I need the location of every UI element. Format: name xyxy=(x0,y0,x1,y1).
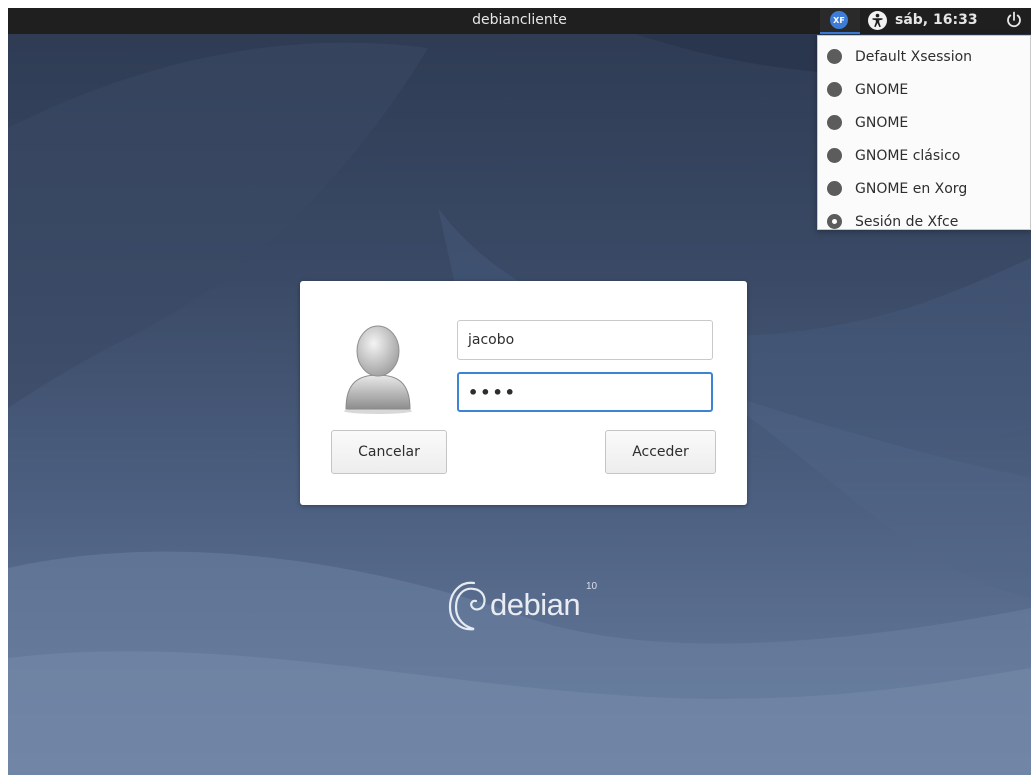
session-menu: Default Xsession GNOME GNOME GNOME clási… xyxy=(817,35,1031,230)
session-option-label: GNOME clásico xyxy=(855,147,961,164)
debian-wordmark: debian xyxy=(490,587,581,622)
login-button[interactable]: Acceder xyxy=(605,430,716,474)
password-field[interactable]: •••• xyxy=(457,372,713,412)
session-selector-button[interactable]: XF xyxy=(820,8,860,34)
session-option-gnome-classic[interactable]: GNOME clásico xyxy=(818,139,1030,172)
login-screen: debiancliente XF sáb, 16:33 Default Xses… xyxy=(8,8,1031,775)
session-option-label: GNOME en Xorg xyxy=(855,180,968,197)
username-field[interactable]: jacobo xyxy=(457,320,713,360)
session-option-gnome-xorg[interactable]: GNOME en Xorg xyxy=(818,172,1030,205)
session-option-gnome-2[interactable]: GNOME xyxy=(818,106,1030,139)
debian-logo: debian 10 xyxy=(444,573,614,633)
session-xfce-icon: XF xyxy=(830,11,848,29)
radio-icon xyxy=(827,148,842,163)
user-avatar-icon xyxy=(338,319,418,415)
session-option-gnome[interactable]: GNOME xyxy=(818,73,1030,106)
radio-icon xyxy=(827,49,842,64)
debian-version: 10 xyxy=(586,581,598,592)
radio-icon xyxy=(827,181,842,196)
session-option-xfce[interactable]: Sesión de Xfce xyxy=(818,205,1030,238)
session-option-label: Default Xsession xyxy=(855,48,973,65)
session-option-default-xsession[interactable]: Default Xsession xyxy=(818,40,1030,73)
power-icon[interactable] xyxy=(1004,10,1024,30)
radio-icon xyxy=(827,82,842,97)
radio-icon xyxy=(827,115,842,130)
session-option-label: GNOME xyxy=(855,114,909,131)
cancel-button[interactable]: Cancelar xyxy=(331,430,447,474)
accessibility-icon[interactable] xyxy=(868,11,887,30)
radio-selected-icon xyxy=(827,214,842,229)
clock[interactable]: sáb, 16:33 xyxy=(895,12,978,28)
debian-swirl-icon xyxy=(448,581,486,631)
session-option-label: GNOME xyxy=(855,81,909,98)
login-dialog: jacobo •••• Cancelar Acceder xyxy=(300,281,747,505)
top-panel: debiancliente XF sáb, 16:33 xyxy=(8,8,1031,34)
session-option-label: Sesión de Xfce xyxy=(855,213,959,230)
